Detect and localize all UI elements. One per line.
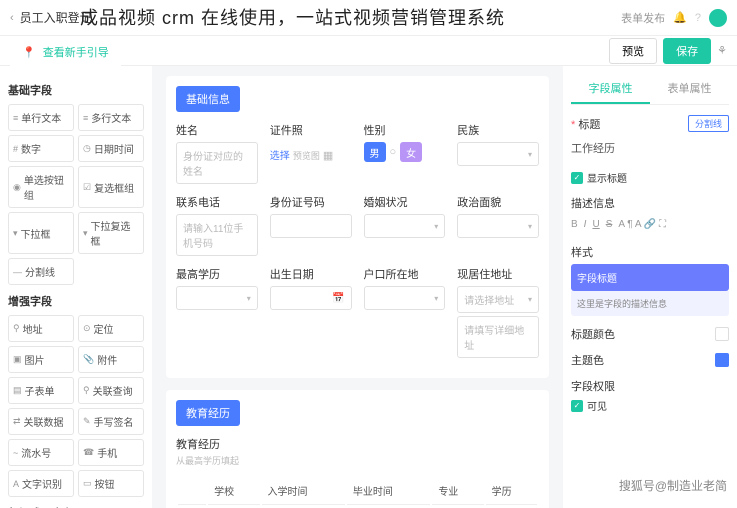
field-type-item[interactable]: ✎手写签名 <box>78 408 144 435</box>
show-title-check[interactable]: ✓显示标题 <box>571 170 729 185</box>
theme-color-swatch[interactable] <box>715 353 729 367</box>
field-type-item[interactable]: A文字识别 <box>8 470 74 497</box>
field-type-item[interactable]: ⊙定位 <box>78 315 144 342</box>
education-table: 学校入学时间毕业时间专业学历 1📅📅 <box>176 475 539 508</box>
rich-toolbar[interactable]: B I U S A ¶ A 🔗 ⛶ <box>571 215 729 234</box>
field-type-item[interactable]: ◉单选按钮组 <box>8 166 74 208</box>
theme-color-label: 主题色 <box>571 352 604 368</box>
gender-radio[interactable]: 男○女 <box>364 142 446 162</box>
field-type-item[interactable]: ▣图片 <box>8 346 74 373</box>
enhance-fields-title: 增强字段 <box>8 293 144 309</box>
field-type-item[interactable]: ▭按钮 <box>78 470 144 497</box>
field-type-item[interactable]: #数字 <box>8 135 74 162</box>
field-type-item[interactable]: —分割线 <box>8 258 74 285</box>
field-type-item[interactable]: ≡单行文本 <box>8 104 74 131</box>
title-color-label: 标题颜色 <box>571 326 615 342</box>
style-label: 样式 <box>571 244 729 260</box>
save-button[interactable]: 保存 <box>663 38 711 64</box>
edu-label: 教育经历 <box>176 436 539 452</box>
field-type-item[interactable]: ⇄关联数据 <box>8 408 74 435</box>
guide-bar: 📍 查看新手引导 <box>10 38 121 66</box>
field-type-item[interactable]: 📎附件 <box>78 346 144 373</box>
basic-fields-title: 基础字段 <box>8 82 144 98</box>
perm-label: 字段权限 <box>571 378 729 394</box>
field-type-item[interactable]: ⚲关联查询 <box>78 377 144 404</box>
form-publish-label: 表单发布 <box>621 10 665 26</box>
properties-panel: 字段属性 表单属性 * 标题分割线 工作经历 ✓显示标题 描述信息 B I U … <box>563 66 737 508</box>
field-type-item[interactable]: ≡多行文本 <box>78 104 144 131</box>
share-icon[interactable]: ⚘ <box>717 44 727 57</box>
help-icon[interactable]: ? <box>695 12 701 24</box>
sidebar: 基础字段 ≡单行文本≡多行文本#数字◷日期时间◉单选按钮组☑复选框组▾下拉框▾下… <box>0 66 152 508</box>
style-preview-desc: 这里是字段的描述信息 <box>571 291 729 316</box>
field-type-item[interactable]: ▾下拉复选框 <box>78 212 144 254</box>
section-education: 教育经历 <box>176 400 240 426</box>
field-type-item[interactable]: ~流水号 <box>8 439 74 466</box>
tab-field-props[interactable]: 字段属性 <box>571 74 650 104</box>
field-type-item[interactable]: ▾下拉框 <box>8 212 74 254</box>
desc-label: 描述信息 <box>571 195 729 211</box>
form-canvas: 基础信息 姓名身份证对应的姓名证件照选择 预览图 ▦性别男○女民族▾联系电话请输… <box>152 66 563 508</box>
field-type-item[interactable]: ◷日期时间 <box>78 135 144 162</box>
edu-note: 从最高学历填起 <box>176 454 539 467</box>
segment-button[interactable]: 分割线 <box>688 115 729 132</box>
pin-icon: 📍 <box>22 47 36 59</box>
avatar[interactable] <box>709 9 727 27</box>
field-type-item[interactable]: ⚲地址 <box>8 315 74 342</box>
overlay-title: 成品视频 crm 在线使用，一站式视频营销管理系统 <box>80 4 505 30</box>
field-type-item[interactable]: ▤子表单 <box>8 377 74 404</box>
field-type-item[interactable]: ☑复选框组 <box>78 166 144 208</box>
title-label: 标题 <box>578 119 600 131</box>
style-preview-header: 字段标题 <box>571 264 729 291</box>
back-button[interactable]: ‹ <box>10 12 14 24</box>
section-basic-info: 基础信息 <box>176 86 240 112</box>
watermark: 搜狐号@制造业老简 <box>619 477 727 494</box>
field-type-item[interactable]: ☎手机 <box>78 439 144 466</box>
title-value[interactable]: 工作经历 <box>571 136 729 160</box>
visible-check[interactable]: ✓可见 <box>571 398 729 413</box>
title-color-swatch[interactable] <box>715 327 729 341</box>
bell-icon[interactable]: 🔔 <box>673 11 687 24</box>
preview-button[interactable]: 预览 <box>609 38 657 64</box>
guide-link[interactable]: 查看新手引导 <box>43 47 109 59</box>
tab-form-props[interactable]: 表单属性 <box>650 74 729 104</box>
